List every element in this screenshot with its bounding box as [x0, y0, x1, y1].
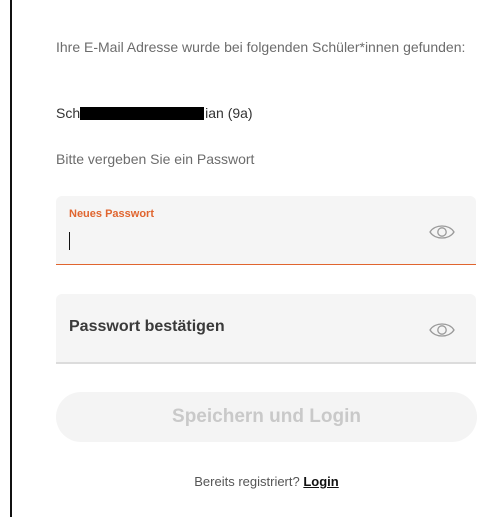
password-hint: Bitte vergeben Sie ein Passwort: [56, 151, 255, 167]
new-password-label: Neues Passwort: [69, 208, 154, 220]
intro-text: Ihre E-Mail Adresse wurde bei folgenden …: [56, 39, 466, 55]
student-entry: Sch ian (9a): [56, 105, 253, 121]
save-and-login-button[interactable]: Speichern und Login: [56, 392, 477, 442]
eye-icon[interactable]: [428, 222, 456, 242]
eye-icon[interactable]: [428, 320, 456, 340]
already-registered-text: Bereits registriert?: [194, 474, 300, 489]
text-cursor: [69, 232, 70, 250]
student-name-suffix: ian (9a): [205, 105, 253, 121]
login-link[interactable]: Login: [303, 474, 338, 489]
new-password-field[interactable]: Neues Passwort: [56, 196, 476, 265]
confirm-password-field[interactable]: Passwort bestätigen: [56, 294, 476, 364]
redaction-bar: [80, 107, 205, 120]
login-footer: Bereits registriert? Login: [56, 474, 477, 489]
student-name-prefix: Sch: [56, 105, 81, 121]
frame-border: [10, 0, 12, 517]
confirm-password-label: Passwort bestätigen: [69, 318, 225, 335]
